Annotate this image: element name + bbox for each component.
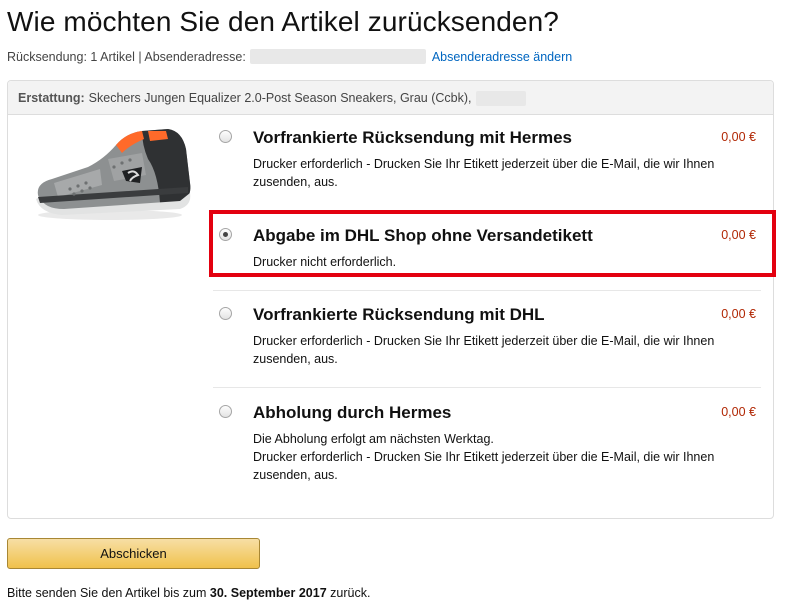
return-option-hermes-prepaid[interactable]: Vorfrankierte Rücksendung mit Hermes 0,0…: [213, 128, 761, 190]
change-address-link[interactable]: Absenderadresse ändern: [432, 50, 572, 64]
submit-button[interactable]: Abschicken: [7, 538, 260, 569]
option-price: 0,00 €: [721, 405, 756, 419]
selected-option-highlight: [209, 210, 776, 277]
option-title: Vorfrankierte Rücksendung mit Hermes: [253, 128, 572, 147]
sneaker-product-image: [36, 129, 191, 220]
pickup-note: Die Abholung erfolgt am nächsten Werktag…: [253, 432, 494, 446]
redacted-item-detail: [475, 91, 526, 106]
option-title: Abholung durch Hermes: [253, 403, 452, 422]
return-option-dhl-prepaid[interactable]: Vorfrankierte Rücksendung mit DHL 0,00 €…: [213, 305, 761, 367]
return-summary: Rücksendung: 1 Artikel | Absenderadresse…: [7, 49, 572, 64]
option-divider: [213, 290, 761, 291]
option-price: 0,00 €: [721, 307, 756, 321]
redacted-sender-address: [249, 49, 426, 64]
return-deadline-note: Bitte senden Sie den Artikel bis zum 30.…: [7, 586, 370, 600]
option-title: Vorfrankierte Rücksendung mit DHL: [253, 305, 545, 324]
option-description: Die Abholung erfolgt am nächsten Werktag…: [253, 430, 753, 484]
printer-note: Drucker erforderlich - Drucken Sie Ihr E…: [253, 450, 715, 482]
option-divider: [213, 387, 761, 388]
return-option-hermes-pickup[interactable]: Abholung durch Hermes 0,00 € Die Abholun…: [213, 403, 761, 487]
return-count-text: Rücksendung: 1 Artikel | Absenderadresse…: [7, 49, 246, 64]
refund-header: Erstattung: Skechers Jungen Equalizer 2.…: [8, 81, 773, 115]
deadline-text-after: zurück.: [330, 586, 371, 600]
deadline-text-before: Bitte senden Sie den Artikel bis zum: [7, 586, 207, 600]
option-description: Drucker erforderlich - Drucken Sie Ihr E…: [253, 157, 715, 189]
option-price: 0,00 €: [721, 130, 756, 144]
deadline-date: 30. September 2017: [209, 586, 327, 600]
refund-label: Erstattung:: [18, 91, 85, 105]
radio-dhl-prepaid[interactable]: [219, 307, 232, 320]
radio-hermes-prepaid[interactable]: [219, 130, 232, 143]
refund-item-name: Skechers Jungen Equalizer 2.0-Post Seaso…: [88, 91, 472, 105]
radio-hermes-pickup[interactable]: [219, 405, 232, 418]
page-title: Wie möchten Sie den Artikel zurücksenden…: [7, 6, 559, 37]
option-description: Drucker erforderlich - Drucken Sie Ihr E…: [253, 334, 715, 366]
